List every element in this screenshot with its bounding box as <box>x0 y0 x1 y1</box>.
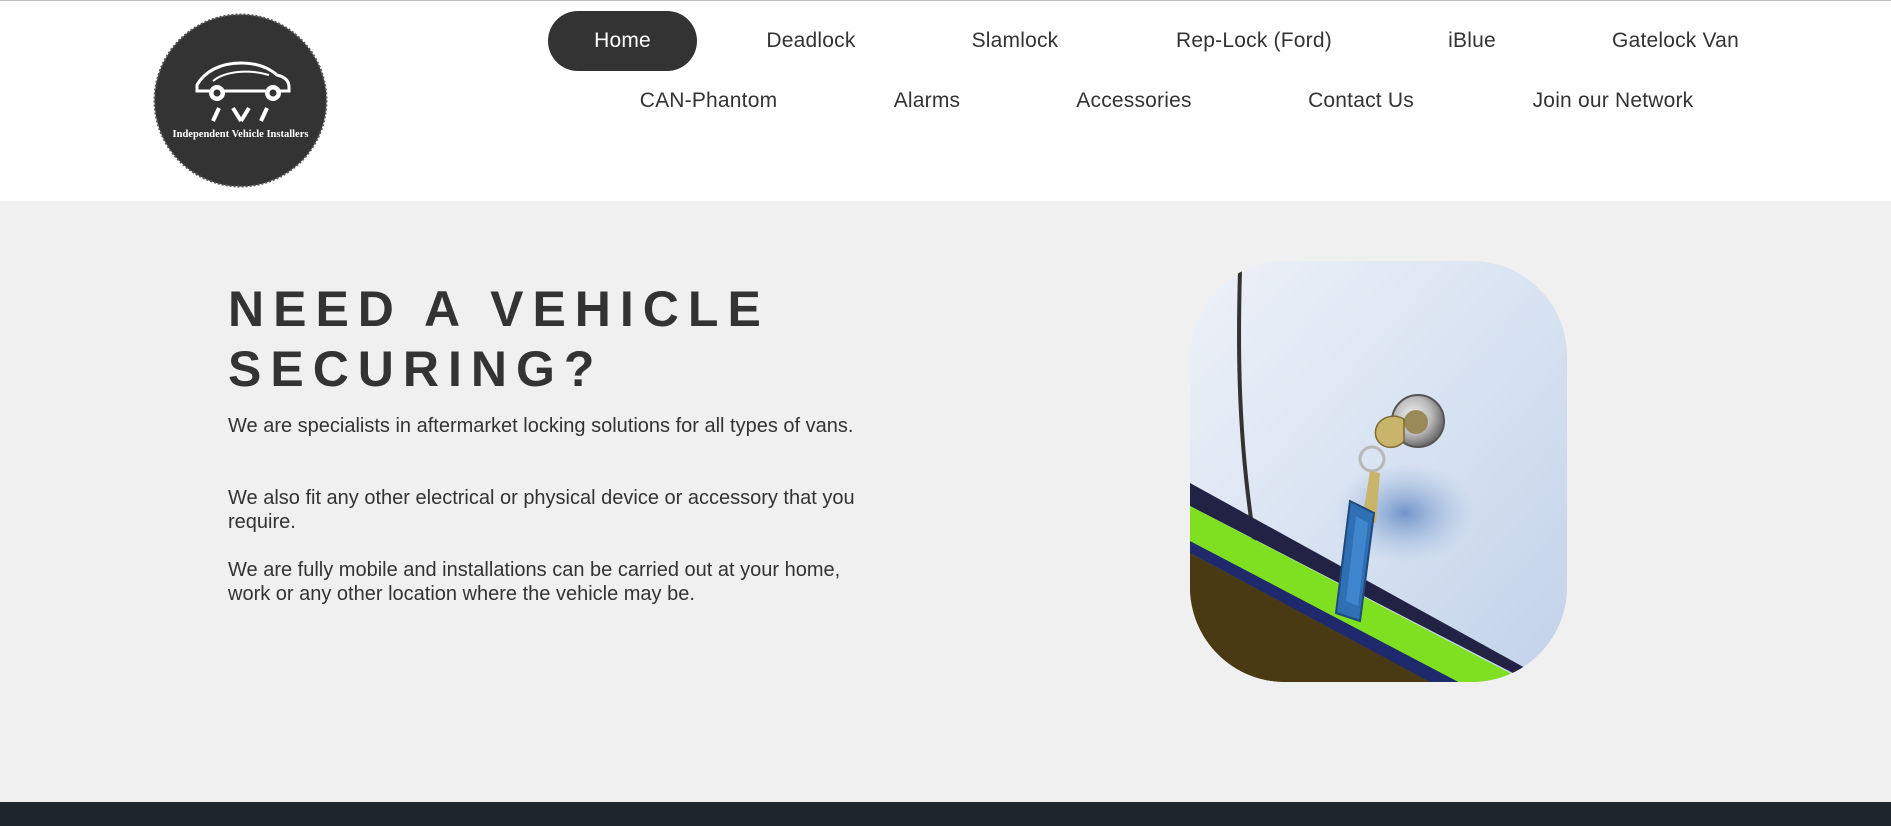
nav-item-can-phantom[interactable]: CAN-Phantom <box>625 71 792 131</box>
nav-item-home[interactable]: Home <box>548 11 697 71</box>
nav-item-slamlock[interactable]: Slamlock <box>944 11 1086 71</box>
hero-paragraph-1: We are specialists in aftermarket lockin… <box>228 415 854 437</box>
hero-title: NEED A VEHICLE SECURING? <box>228 279 948 399</box>
hero-paragraph-2: We also fit any other electrical or phys… <box>228 487 855 533</box>
hero-paragraph-3: We are fully mobile and installations ca… <box>228 559 841 605</box>
van-key-lock-photo <box>1190 261 1567 682</box>
nav-item-rep-lock-ford[interactable]: Rep-Lock (Ford) <box>1151 11 1357 71</box>
hero-title-line-1: NEED A VEHICLE <box>228 281 770 337</box>
site-footer <box>0 802 1891 826</box>
logo-text: Independent Vehicle Installers <box>173 129 309 140</box>
nav-item-deadlock[interactable]: Deadlock <box>740 11 882 71</box>
site-header: Independent Vehicle Installers Home Dead… <box>0 1 1891 201</box>
nav-item-join-our-network[interactable]: Join our Network <box>1515 71 1711 131</box>
hero-title-line-2: SECURING? <box>228 341 604 397</box>
nav-item-accessories[interactable]: Accessories <box>1060 71 1208 131</box>
van-lock-image <box>1190 261 1567 682</box>
hero-section: NEED A VEHICLE SECURING? We are speciali… <box>0 201 1891 802</box>
nav-item-gatelock-van[interactable]: Gatelock Van <box>1592 11 1759 71</box>
car-logo-icon: Independent Vehicle Installers <box>153 13 328 188</box>
nav-item-contact-us[interactable]: Contact Us <box>1290 71 1432 131</box>
nav-item-alarms[interactable]: Alarms <box>870 71 984 131</box>
brand-logo[interactable]: Independent Vehicle Installers <box>153 13 328 188</box>
nav-item-iblue[interactable]: iBlue <box>1418 11 1526 71</box>
